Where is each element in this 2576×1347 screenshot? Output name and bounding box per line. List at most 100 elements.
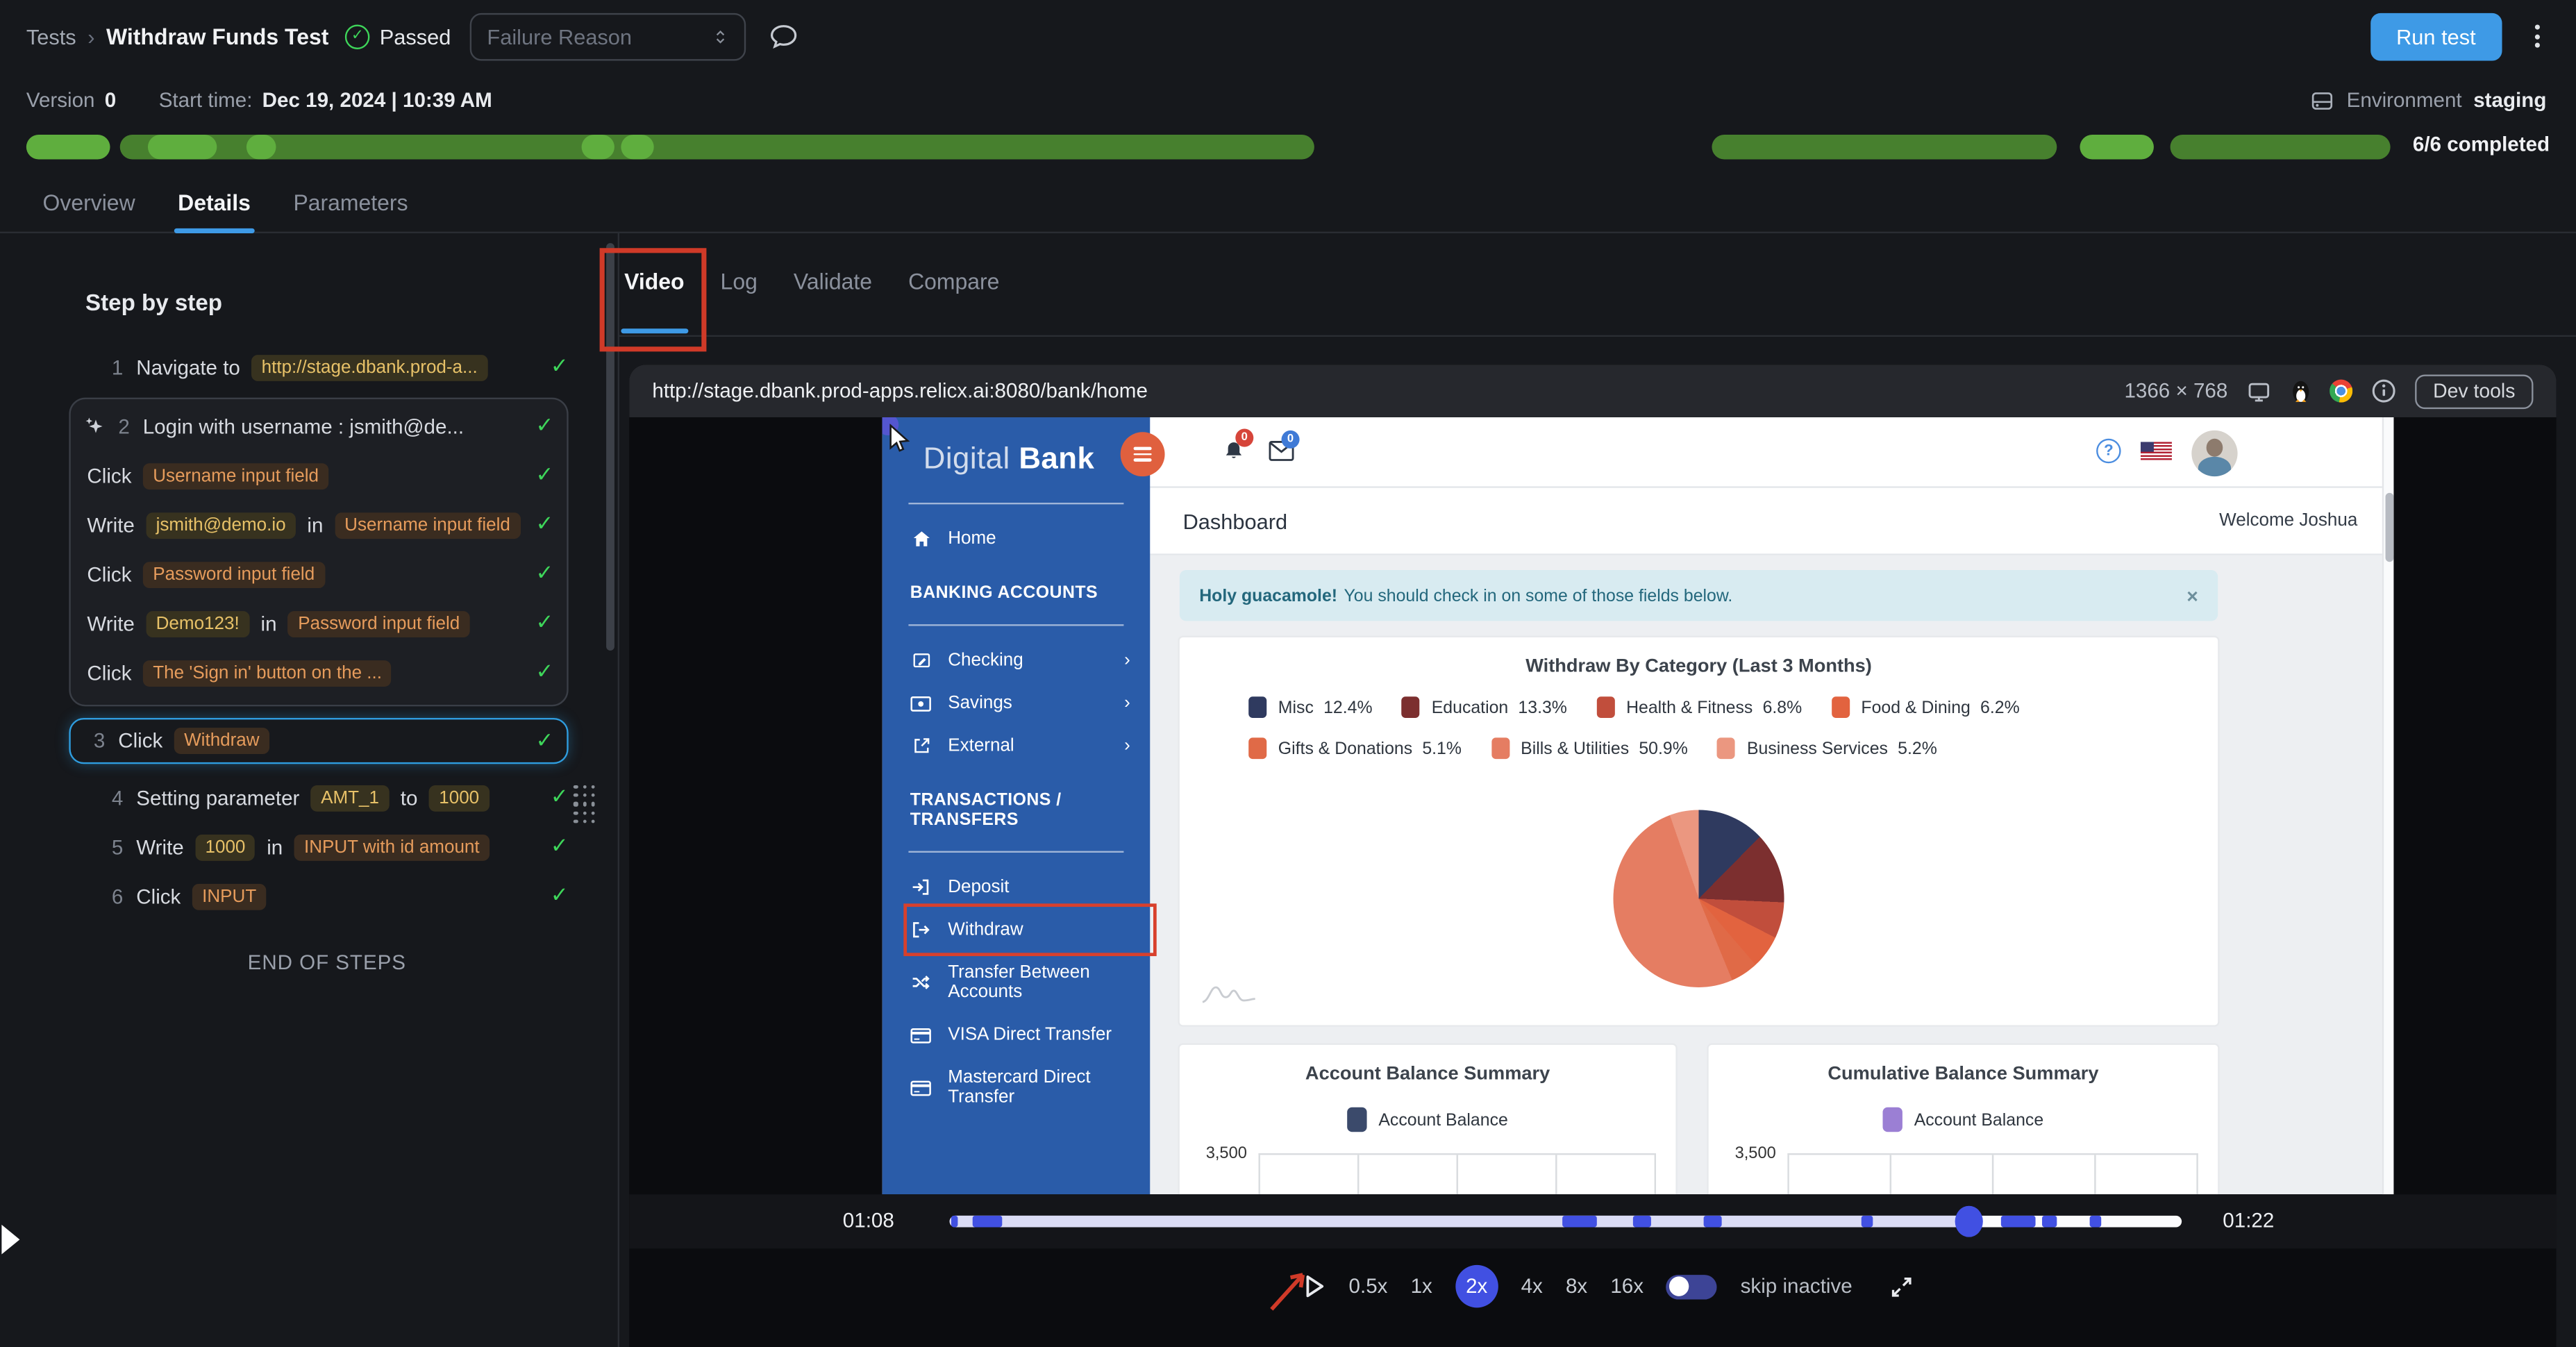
step-text: in xyxy=(267,835,283,859)
timeline-event-marker[interactable] xyxy=(2089,1215,2102,1228)
playhead-handle[interactable] xyxy=(1955,1205,1983,1237)
timeline-event-marker[interactable] xyxy=(1703,1215,1722,1228)
step-row[interactable]: 1 Navigate to http://stage.dbank.prod-a...… xyxy=(85,345,569,390)
bank-nav-label: Mastercard Direct Transfer xyxy=(948,1067,1091,1107)
sidebar-section-label: TRANSACTIONS / TRANSFERS xyxy=(910,790,1062,830)
alert-bold-text: Holy guacamole! xyxy=(1199,585,1338,605)
bank-nav: Home BANKING ACCOUNTS Checking › Savings › Ext… xyxy=(883,517,1157,1119)
failure-reason-placeholder: Failure Reason xyxy=(487,24,633,49)
step-row[interactable]: Click Password input field ✓ xyxy=(84,552,553,596)
step-row[interactable]: 2 Login with username : jsmith@de... ✓ xyxy=(84,404,554,449)
legend-swatch xyxy=(1831,696,1850,718)
speed-16x[interactable]: 16x xyxy=(1610,1275,1644,1298)
step-success-icon: ✓ xyxy=(535,414,554,439)
panel-expand-arrow[interactable] xyxy=(0,1222,23,1257)
bank-nav-home[interactable]: Home xyxy=(883,517,1151,560)
progress-highlight xyxy=(621,135,654,160)
tab-log[interactable]: Log xyxy=(717,266,761,306)
tab-overview[interactable]: Overview xyxy=(40,187,139,232)
breadcrumb-tests[interactable]: Tests xyxy=(26,24,76,48)
bank-nav-mastercard-direct-transfer[interactable]: Mastercard Direct Transfer xyxy=(883,1056,1151,1119)
comment-icon[interactable] xyxy=(769,22,799,51)
timeline-track[interactable] xyxy=(949,1205,2182,1237)
fullscreen-icon[interactable] xyxy=(1889,1274,1913,1298)
legend-swatch xyxy=(1402,696,1421,718)
bank-nav-deposit[interactable]: Deposit xyxy=(883,866,1151,909)
timeline-event-marker[interactable] xyxy=(2000,1215,2036,1228)
user-avatar[interactable] xyxy=(2191,430,2238,477)
step-row[interactable]: 4 Setting parameter AMT_1 to 1000 ✓ xyxy=(85,776,569,820)
timeline-event-marker[interactable] xyxy=(2042,1215,2057,1228)
tab-details[interactable]: Details xyxy=(174,187,255,233)
step-row[interactable]: Click Username input field ✓ xyxy=(84,453,553,498)
timeline-event-marker[interactable] xyxy=(1562,1215,1597,1228)
bank-nav-savings[interactable]: Savings › xyxy=(883,682,1151,725)
step-row[interactable]: Write jsmith@demo.io in Username input fiel… xyxy=(84,503,553,547)
speed-0.5x[interactable]: 0.5x xyxy=(1349,1275,1388,1298)
legend-swatch xyxy=(1717,737,1736,760)
timeline-event-marker[interactable] xyxy=(972,1215,1003,1228)
progress-highlight xyxy=(246,135,276,160)
alert-close-icon[interactable]: × xyxy=(2186,584,2198,607)
tab-compare[interactable]: Compare xyxy=(905,266,1003,306)
step-row[interactable]: Click The 'Sign in' button on the ... ✓ xyxy=(84,651,553,695)
panel-resize-handle[interactable] xyxy=(574,785,595,823)
step-row[interactable]: 3 Click Withdraw ✓ xyxy=(69,717,569,764)
bank-scrollbar[interactable] xyxy=(2382,417,2394,1195)
timeline-event-marker[interactable] xyxy=(1632,1215,1651,1228)
skip-inactive-toggle[interactable] xyxy=(1666,1273,1718,1299)
tab-validate[interactable]: Validate xyxy=(790,266,876,306)
bank-nav-external[interactable]: External › xyxy=(883,724,1151,767)
info-icon[interactable] xyxy=(2370,378,2397,404)
speed-4x[interactable]: 4x xyxy=(1521,1275,1543,1298)
skip-inactive-label: skip inactive xyxy=(1740,1275,1852,1298)
timeline-event-marker[interactable] xyxy=(951,1215,958,1228)
hamburger-menu-button[interactable] xyxy=(1120,432,1165,477)
annotation-arrow xyxy=(1266,1265,1316,1314)
speed-1x[interactable]: 1x xyxy=(1411,1275,1432,1298)
sidebar-divider xyxy=(908,624,1124,626)
progress-highlight xyxy=(147,135,217,160)
legend-swatch xyxy=(1248,696,1267,718)
step-row[interactable]: 6 Click INPUT ✓ xyxy=(85,874,569,919)
card-icon xyxy=(910,1026,932,1044)
tab-parameters[interactable]: Parameters xyxy=(290,187,412,232)
step-number: 3 xyxy=(93,729,106,753)
speed-2x[interactable]: 2x xyxy=(1455,1264,1498,1308)
progress-highlight xyxy=(581,135,614,160)
chrome-browser-icon xyxy=(2330,379,2353,403)
tab-video[interactable]: Video xyxy=(599,248,705,352)
step-row[interactable]: Write Demo123! in Password input field ✓ xyxy=(84,601,553,646)
cumulative-balance-title: Cumulative Balance Summary xyxy=(1828,1064,2099,1085)
viewer-tabs: Video Log Validate Compare xyxy=(599,248,2576,352)
legend-name: Food & Dining xyxy=(1861,697,1971,717)
bank-nav-visa-direct-transfer[interactable]: VISA Direct Transfer xyxy=(883,1014,1151,1057)
failure-reason-select[interactable]: Failure Reason xyxy=(470,12,747,60)
notifications-bell-icon[interactable]: 0 xyxy=(1222,428,1254,463)
speed-8x[interactable]: 8x xyxy=(1566,1275,1587,1298)
legend-swatch xyxy=(1491,737,1509,760)
step-badge: The 'Sign in' button on the ... xyxy=(143,659,392,686)
legend-percent: 5.1% xyxy=(1422,738,1462,758)
progress-segment xyxy=(26,135,110,160)
bank-nav-checking[interactable]: Checking › xyxy=(883,639,1151,682)
messages-icon[interactable]: 0 xyxy=(1269,430,1300,462)
bank-nav-withdraw[interactable]: Withdraw xyxy=(883,903,1157,957)
step-text: Write xyxy=(87,513,135,537)
more-options-icon[interactable] xyxy=(2528,18,2546,54)
bank-nav-transfer-between-accounts[interactable]: Transfer Between Accounts xyxy=(883,951,1151,1014)
step-success-icon: ✓ xyxy=(550,834,569,860)
timeline-event-marker[interactable] xyxy=(1861,1215,1873,1228)
environment-value: staging xyxy=(2473,88,2547,112)
notification-count-badge: 0 xyxy=(1235,428,1254,447)
us-flag-icon[interactable] xyxy=(2140,442,2172,462)
step-row[interactable]: 5 Write 1000 in INPUT with id amount ✓ xyxy=(85,825,569,869)
run-test-button[interactable]: Run test xyxy=(2370,12,2502,60)
environment-label: Environment xyxy=(2346,88,2462,112)
legend-percent: 5.2% xyxy=(1898,738,1937,758)
progress-bar xyxy=(26,135,2391,160)
devtools-button[interactable]: Dev tools xyxy=(2415,374,2534,408)
help-icon[interactable]: ? xyxy=(2096,438,2121,464)
select-chevrons-icon xyxy=(712,26,730,47)
legend-percent: 12.4% xyxy=(1323,697,1373,717)
